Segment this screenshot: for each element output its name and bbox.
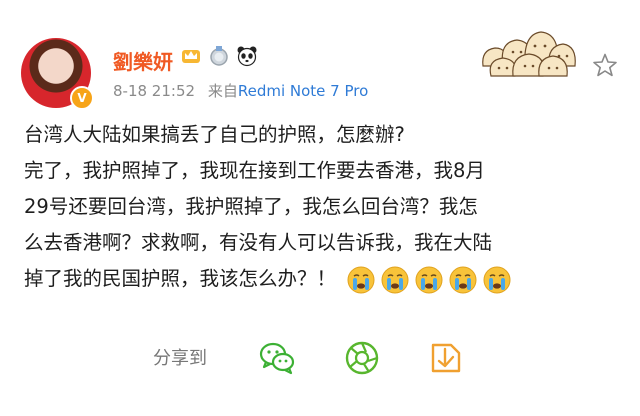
- post-line: 么去香港啊？求救啊，有没有人可以告诉我，我在大陆: [24, 231, 493, 254]
- moments-icon[interactable]: [343, 339, 381, 377]
- panda-icon: [237, 46, 257, 67]
- crown-icon: [182, 50, 200, 63]
- share-label: 分享到: [153, 348, 207, 369]
- user-badges: [180, 45, 258, 67]
- crying-face-icon: [415, 266, 443, 293]
- crying-face-icon: [381, 266, 409, 293]
- post-body: 台湾人大陆如果搞丢了自己的护照，怎麼辦? 完了，我护照掉了，我现在接到工作要去香…: [24, 117, 616, 297]
- emoji-group: [346, 265, 512, 295]
- verified-badge: V: [70, 86, 94, 110]
- medal-icon: [210, 46, 228, 66]
- weibo-post-card: V 劉樂妍 8-18 21:52 来自Redmi Note 7 Pro 台湾人大…: [0, 0, 640, 416]
- post-line: 完了，我护照掉了，我现在接到工作要去香港，我8月: [24, 159, 485, 182]
- mascot-sticker-icon: [482, 31, 576, 77]
- save-image-icon[interactable]: [427, 339, 465, 377]
- post-meta: 8-18 21:52 来自Redmi Note 7 Pro: [113, 80, 368, 101]
- device-link[interactable]: Redmi Note 7 Pro: [238, 82, 368, 100]
- post-line: 29号还要回台湾，我护照掉了，我怎么回台湾？我怎: [24, 195, 478, 218]
- crying-face-icon: [483, 266, 511, 293]
- favorite-star-icon[interactable]: [592, 52, 618, 78]
- author-name[interactable]: 劉樂妍: [113, 46, 173, 75]
- crying-face-icon: [347, 266, 375, 293]
- post-line: 台湾人大陆如果搞丢了自己的护照，怎麼辦?: [24, 123, 405, 146]
- post-time: 8-18 21:52: [113, 82, 196, 100]
- crying-face-icon: [449, 266, 477, 293]
- wechat-icon[interactable]: [258, 339, 296, 377]
- post-line-last: 掉了我的民国护照，我该怎么办？！: [24, 261, 616, 297]
- source-label: 来自: [207, 82, 238, 100]
- post-line: 掉了我的民国护照，我该怎么办？！: [24, 267, 337, 290]
